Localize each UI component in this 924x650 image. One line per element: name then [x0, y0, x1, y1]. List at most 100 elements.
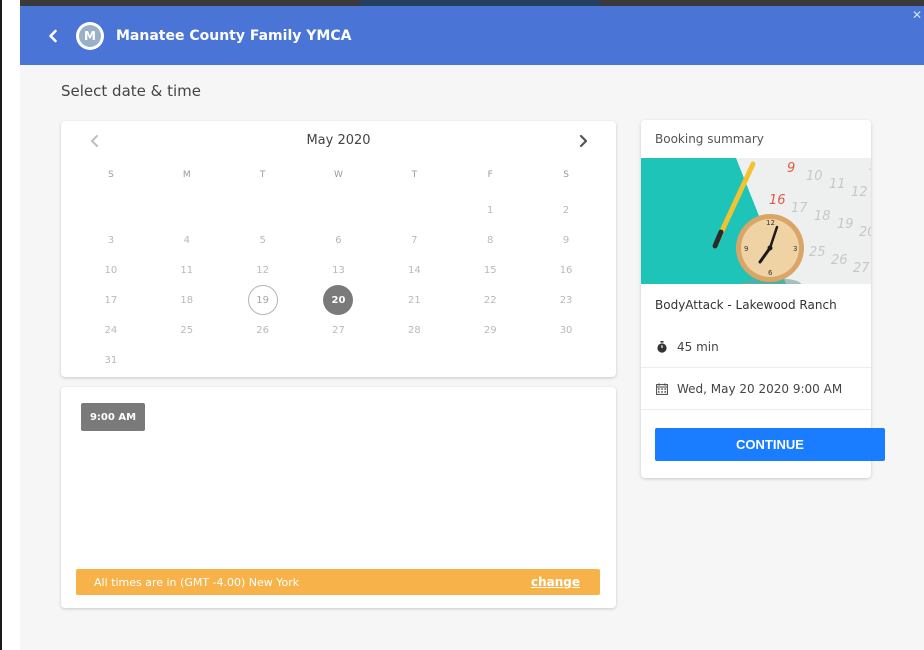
- calendar-day-number: 5: [259, 234, 266, 246]
- calendar-day-number: 31: [104, 354, 118, 366]
- svg-text:19: 19: [837, 217, 854, 232]
- calendar-day[interactable]: 5: [225, 225, 301, 255]
- svg-text:9: 9: [787, 161, 795, 176]
- calendar-day-number: 9: [562, 234, 570, 246]
- calendar-day[interactable]: 10: [73, 255, 149, 285]
- duration-text: 45 min: [677, 339, 719, 354]
- change-timezone-link[interactable]: change: [531, 575, 580, 589]
- booking-widget: M Manatee County Family YMCA ✕ Select da…: [20, 6, 924, 650]
- chevron-left-icon: [49, 29, 57, 42]
- calendar-day-number: 29: [483, 324, 497, 336]
- chevron-right-icon: [579, 134, 588, 148]
- timezone-text: All times are in (GMT -4.00) New York: [94, 575, 300, 589]
- time-slot-button[interactable]: 9:00 AM: [81, 403, 145, 431]
- calendar-day-number: 25: [180, 324, 194, 336]
- continue-button[interactable]: CONTINUE: [655, 428, 885, 461]
- calendar-day-number: 10: [104, 264, 118, 276]
- calendar-day[interactable]: 16: [528, 255, 604, 285]
- calendar-day-number: 11: [180, 264, 194, 276]
- calendar-day[interactable]: 13: [301, 255, 377, 285]
- calendar-day[interactable]: 18: [149, 285, 225, 315]
- calendar-empty-cell: [301, 195, 377, 225]
- left-margin: [2, 0, 20, 650]
- svg-text:17: 17: [791, 201, 808, 216]
- calendar-day[interactable]: 22: [452, 285, 528, 315]
- calendar-day[interactable]: 30: [528, 315, 604, 345]
- calendar-day[interactable]: 11: [149, 255, 225, 285]
- calendar-day-number: 30: [559, 324, 573, 336]
- calendar-day-number: 26: [256, 324, 269, 336]
- calendar-day-number: 12: [256, 264, 269, 276]
- calendar-day-number: 14: [407, 264, 421, 276]
- svg-text:25: 25: [809, 245, 826, 260]
- svg-text:18: 18: [814, 209, 831, 224]
- calendar-day[interactable]: 29: [452, 315, 528, 345]
- calendar-day[interactable]: 17: [73, 285, 149, 315]
- calendar-day-number: 16: [559, 264, 573, 276]
- calendar-day-number: 18: [180, 294, 194, 306]
- calendar-day-number: 1: [487, 204, 494, 216]
- calendar-day-number: 21: [407, 294, 421, 306]
- calendar-day[interactable]: 4: [149, 225, 225, 255]
- close-icon[interactable]: ✕: [912, 8, 922, 22]
- month-label: May 2020: [306, 133, 371, 148]
- calendar-day[interactable]: 15: [452, 255, 528, 285]
- calendar-day[interactable]: 8: [452, 225, 528, 255]
- calendar-day[interactable]: 2: [528, 195, 604, 225]
- calendar-day-number: 17: [104, 294, 118, 306]
- svg-text:11: 11: [829, 177, 846, 192]
- booking-summary-card: Booking summary 9 10 11 12 16 17 18 19 20 25 26 2…: [641, 120, 885, 478]
- calendar-card: May 2020 S M T W T F S 1 2 3 4 5 6 7 8 9 10 11 12 13 14 15 16 1…: [61, 121, 616, 377]
- calendar-day[interactable]: 21: [376, 285, 452, 315]
- calendar-day[interactable]: 27: [301, 315, 377, 345]
- calendar-day-selected[interactable]: 20: [301, 285, 377, 315]
- svg-text:12: 12: [851, 185, 868, 200]
- calendar-day-number: 19: [247, 285, 278, 315]
- calendar-day-number: 8: [487, 234, 494, 246]
- calendar-day-number: 6: [335, 234, 342, 246]
- calendar-day[interactable]: 31: [73, 345, 149, 375]
- weekday-label: T: [259, 170, 266, 180]
- calendar-day[interactable]: 9: [528, 225, 604, 255]
- calendar-day[interactable]: 12: [225, 255, 301, 285]
- calendar-day[interactable]: 26: [225, 315, 301, 345]
- calendar-day-number: 7: [411, 234, 418, 246]
- screenshot-frame: M Manatee County Family YMCA ✕ Select da…: [0, 0, 924, 650]
- calendar-day-number: 22: [483, 294, 497, 306]
- duration-row: 45 min: [641, 326, 871, 368]
- calendar-day-number: 4: [183, 234, 190, 246]
- calendar-day[interactable]: 28: [376, 315, 452, 345]
- next-month-button[interactable]: [573, 131, 593, 151]
- time-slots-card: 9:00 AM All times are in (GMT -4.00) New…: [61, 387, 616, 608]
- svg-text:10: 10: [806, 169, 823, 184]
- calendar-day-number: 27: [332, 324, 345, 336]
- calendar-icon: [655, 382, 669, 396]
- calendar-day-number: 2: [562, 204, 570, 216]
- org-logo: M: [76, 21, 104, 50]
- calendar-day[interactable]: 1: [452, 195, 528, 225]
- calendar-grid: S M T W T F S 1 2 3 4 5 6 7 8 9 10 11 12 13 14 15 16 17 18 19 20 21…: [73, 165, 604, 375]
- svg-text:6: 6: [768, 269, 773, 277]
- calendar-day[interactable]: 24: [73, 315, 149, 345]
- class-image: 9 10 11 12 16 17 18 19 20 25 26 27 5 12 3 6 9: [641, 158, 871, 284]
- weekday-label: S: [563, 170, 569, 180]
- svg-text:16: 16: [769, 193, 786, 208]
- app-header: M Manatee County Family YMCA ✕: [20, 6, 924, 65]
- summary-title: Booking summary: [655, 132, 764, 146]
- weekday-label: T: [411, 170, 418, 180]
- calendar-day[interactable]: 7: [376, 225, 452, 255]
- svg-text:3: 3: [793, 245, 797, 253]
- calendar-day[interactable]: 25: [149, 315, 225, 345]
- calendar-day[interactable]: 14: [376, 255, 452, 285]
- svg-text:5: 5: [869, 159, 871, 174]
- calendar-day-today[interactable]: 19: [225, 285, 301, 315]
- svg-text:20: 20: [859, 225, 871, 240]
- class-name: BodyAttack - Lakewood Ranch: [655, 298, 837, 312]
- calendar-day[interactable]: 6: [301, 225, 377, 255]
- calendar-day[interactable]: 3: [73, 225, 149, 255]
- back-button[interactable]: [40, 23, 66, 49]
- calendar-day-number: 23: [559, 294, 573, 306]
- calendar-day-number: 20: [323, 285, 354, 315]
- calendar-day[interactable]: 23: [528, 285, 604, 315]
- org-name: Manatee County Family YMCA: [116, 27, 352, 44]
